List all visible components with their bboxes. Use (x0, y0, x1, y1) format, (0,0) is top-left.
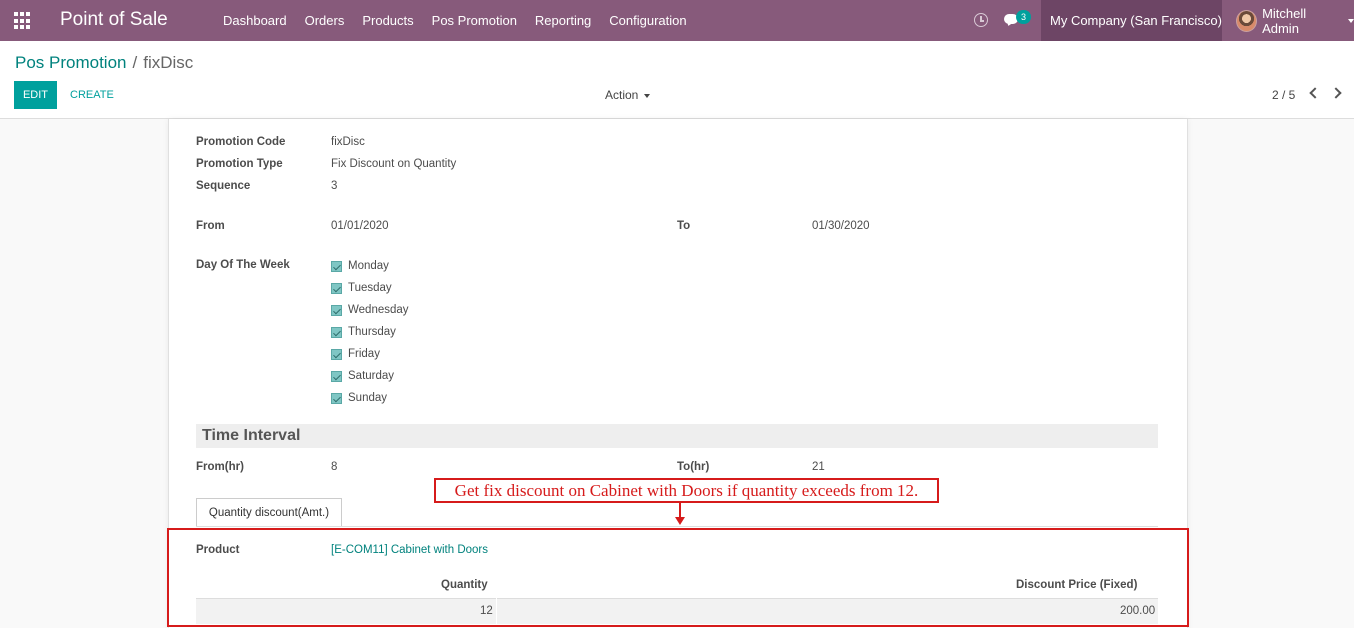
breadcrumb-separator: / (132, 53, 138, 72)
day-checkbox-sunday[interactable]: Sunday (331, 391, 387, 405)
promotion-type-value: Fix Discount on Quantity (331, 158, 457, 170)
checkbox-checked-icon (331, 392, 342, 404)
from-hr-value: 8 (331, 461, 338, 473)
day-label: Sunday (348, 392, 388, 404)
promotion-code-label: Promotion Code (196, 136, 286, 148)
day-label: Friday (348, 348, 380, 360)
action-dropdown[interactable]: Action (605, 81, 651, 109)
pager-value: 2 / 5 (1272, 88, 1296, 102)
activity-clock-icon[interactable] (974, 13, 988, 27)
day-checkbox-wednesday[interactable]: Wednesday (331, 303, 409, 317)
checkbox-checked-icon (331, 326, 342, 338)
breadcrumb-pos-promotion[interactable]: Pos Promotion (15, 53, 127, 72)
breadcrumb: Pos Promotion / fixDisc (15, 53, 193, 73)
day-of-week-label: Day Of The Week (196, 259, 290, 271)
menu-pos-promotion[interactable]: Pos Promotion (423, 0, 526, 41)
next-record-icon[interactable] (1330, 87, 1342, 99)
annotation-highlight-box (167, 528, 1189, 627)
breadcrumb-current: fixDisc (143, 53, 194, 72)
day-label: Tuesday (348, 282, 392, 294)
tab-divider (196, 526, 1158, 527)
menu-dashboard[interactable]: Dashboard (214, 0, 296, 41)
menu-products[interactable]: Products (353, 0, 422, 41)
sequence-label: Sequence (196, 180, 251, 192)
day-checkbox-monday[interactable]: Monday (331, 259, 389, 273)
action-label: Action (605, 88, 639, 102)
checkbox-checked-icon (331, 304, 342, 316)
company-name: My Company (San Francisco) (1050, 13, 1222, 28)
day-checkbox-tuesday[interactable]: Tuesday (331, 281, 392, 295)
user-menu[interactable]: Mitchell Admin (1236, 0, 1354, 41)
to-hr-label: To(hr) (677, 461, 710, 473)
annotation-arrow-head-icon (675, 517, 685, 525)
to-hr-value: 21 (812, 461, 825, 473)
day-label: Thursday (348, 326, 396, 338)
menu-orders[interactable]: Orders (296, 0, 354, 41)
day-label: Wednesday (348, 304, 409, 316)
from-date-label: From (196, 220, 225, 232)
tab-quantity-discount[interactable]: Quantity discount(Amt.) (196, 498, 342, 526)
promotion-type-label: Promotion Type (196, 158, 283, 170)
time-interval-section-title: Time Interval (196, 424, 1158, 448)
main-menu: Dashboard Orders Products Pos Promotion … (214, 0, 696, 41)
day-checkbox-friday[interactable]: Friday (331, 347, 380, 361)
edit-button[interactable]: EDIT (14, 81, 57, 109)
day-checkbox-saturday[interactable]: Saturday (331, 369, 394, 383)
previous-record-icon[interactable] (1309, 87, 1321, 99)
control-panel: Pos Promotion / fixDisc EDIT CREATE Action… (0, 41, 1354, 119)
checkbox-checked-icon (331, 260, 342, 272)
caret-down-icon (1348, 18, 1354, 23)
sequence-value: 3 (331, 180, 338, 192)
top-navbar: Point of Sale Dashboard Orders Products … (0, 0, 1354, 65)
company-switcher[interactable]: My Company (San Francisco) (1041, 0, 1222, 65)
menu-reporting[interactable]: Reporting (526, 0, 600, 41)
chat-count-badge: 3 (1016, 10, 1031, 24)
annotation-callout: Get fix discount on Cabinet with Doors i… (434, 478, 939, 503)
user-name: Mitchell Admin (1262, 5, 1307, 36)
checkbox-checked-icon (331, 348, 342, 360)
checkbox-checked-icon (331, 282, 342, 294)
apps-menu-icon[interactable] (14, 12, 32, 30)
caret-down-icon (644, 93, 651, 98)
promotion-code-value: fixDisc (331, 136, 365, 148)
menu-configuration[interactable]: Configuration (600, 0, 695, 41)
day-label: Monday (348, 260, 389, 272)
avatar (1236, 9, 1258, 32)
to-date-label: To (677, 220, 691, 232)
day-checkbox-thursday[interactable]: Thursday (331, 325, 396, 339)
checkbox-checked-icon (331, 370, 342, 382)
app-brand: Point of Sale (60, 9, 168, 30)
from-date-value: 01/01/2020 (331, 220, 389, 232)
from-hr-label: From(hr) (196, 461, 244, 473)
create-button[interactable]: CREATE (70, 81, 114, 109)
to-date-value: 01/30/2020 (812, 220, 870, 232)
day-label: Saturday (348, 370, 395, 382)
